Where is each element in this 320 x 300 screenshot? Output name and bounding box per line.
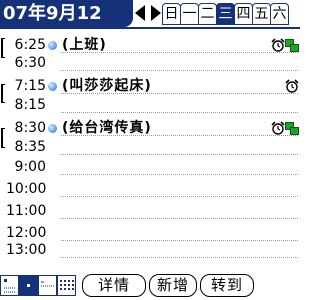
row-divider	[61, 70, 298, 71]
time-label: 6:25	[14, 37, 46, 53]
time-label: 9:00	[14, 159, 46, 175]
alarm-icon	[285, 79, 299, 93]
month-view-icon[interactable]	[57, 275, 76, 296]
weekday-tab-wed[interactable]: 三	[216, 3, 235, 25]
time-label: 7:15	[14, 78, 46, 94]
bottom-toolbar: 详情 新增 转到	[0, 273, 300, 300]
row-divider	[61, 218, 298, 219]
weekday-tab-fri[interactable]: 五	[252, 3, 271, 25]
alarm-icon	[271, 121, 285, 135]
weekday-tab-mon[interactable]: 一	[180, 3, 199, 25]
time-row[interactable]: 11:00	[0, 202, 300, 220]
time-row[interactable]: 6:25 (上班)	[0, 36, 300, 54]
day-view-icon[interactable]	[0, 275, 19, 296]
event-dot-icon	[48, 124, 57, 133]
weekday-tab-tue[interactable]: 二	[198, 3, 217, 25]
time-label: 6:30	[14, 55, 46, 71]
header: 07年9月12 日 一 二 三 四 五 六	[0, 0, 300, 27]
event-dot-icon	[48, 82, 57, 91]
event-title[interactable]: (上班)	[62, 36, 107, 54]
goto-button[interactable]: 转到	[200, 274, 254, 297]
time-row[interactable]: 6:30	[0, 54, 300, 72]
time-row[interactable]: 8:30 (给台湾传真)	[0, 119, 300, 137]
time-row[interactable]: 8:15	[0, 96, 300, 114]
weekday-tab-thu[interactable]: 四	[234, 3, 253, 25]
repeat-icon	[285, 122, 299, 135]
row-divider	[61, 154, 298, 155]
time-label: 8:30	[14, 120, 46, 136]
day-timeline: 6:25 (上班) 6:30 7:15 (叫莎莎起床) 8:15 8:30 (给…	[0, 30, 300, 265]
time-label: 12:00	[6, 225, 47, 241]
time-label: 10:00	[6, 181, 47, 197]
weekday-tab-sat[interactable]: 六	[270, 3, 289, 25]
time-label: 11:00	[6, 203, 47, 219]
header-divider	[0, 27, 300, 29]
week-view-icon[interactable]	[19, 275, 38, 296]
event-dot-icon	[48, 41, 57, 50]
time-row[interactable]: 9:00	[0, 158, 300, 176]
weekday-tab-sun[interactable]: 日	[162, 3, 181, 25]
details-button[interactable]: 详情	[82, 274, 146, 297]
weekday-selector: 日 一 二 三 四 五 六	[162, 3, 289, 25]
row-divider	[61, 257, 298, 258]
previous-week-arrow-icon[interactable]	[134, 2, 146, 24]
row-divider	[61, 112, 298, 113]
time-label: 8:15	[14, 97, 46, 113]
next-week-arrow-icon[interactable]	[150, 2, 162, 24]
row-divider	[61, 174, 298, 175]
time-label: 13:00	[6, 242, 47, 258]
new-button[interactable]: 新增	[149, 274, 197, 297]
time-row[interactable]: 7:15 (叫莎莎起床)	[0, 77, 300, 95]
event-title[interactable]: (叫莎莎起床)	[62, 77, 152, 95]
list-view-icon[interactable]	[38, 275, 57, 296]
time-row[interactable]: 8:35	[0, 138, 300, 156]
event-title[interactable]: (给台湾传真)	[62, 119, 152, 137]
time-row[interactable]: 10:00	[0, 180, 300, 198]
time-row[interactable]: 12:00	[0, 224, 300, 242]
time-row[interactable]: 13:00	[0, 241, 300, 259]
date-title[interactable]: 07年9月12	[0, 0, 133, 27]
row-divider	[61, 196, 298, 197]
alarm-icon	[271, 38, 285, 52]
repeat-icon	[285, 39, 299, 52]
time-label: 8:35	[14, 139, 46, 155]
